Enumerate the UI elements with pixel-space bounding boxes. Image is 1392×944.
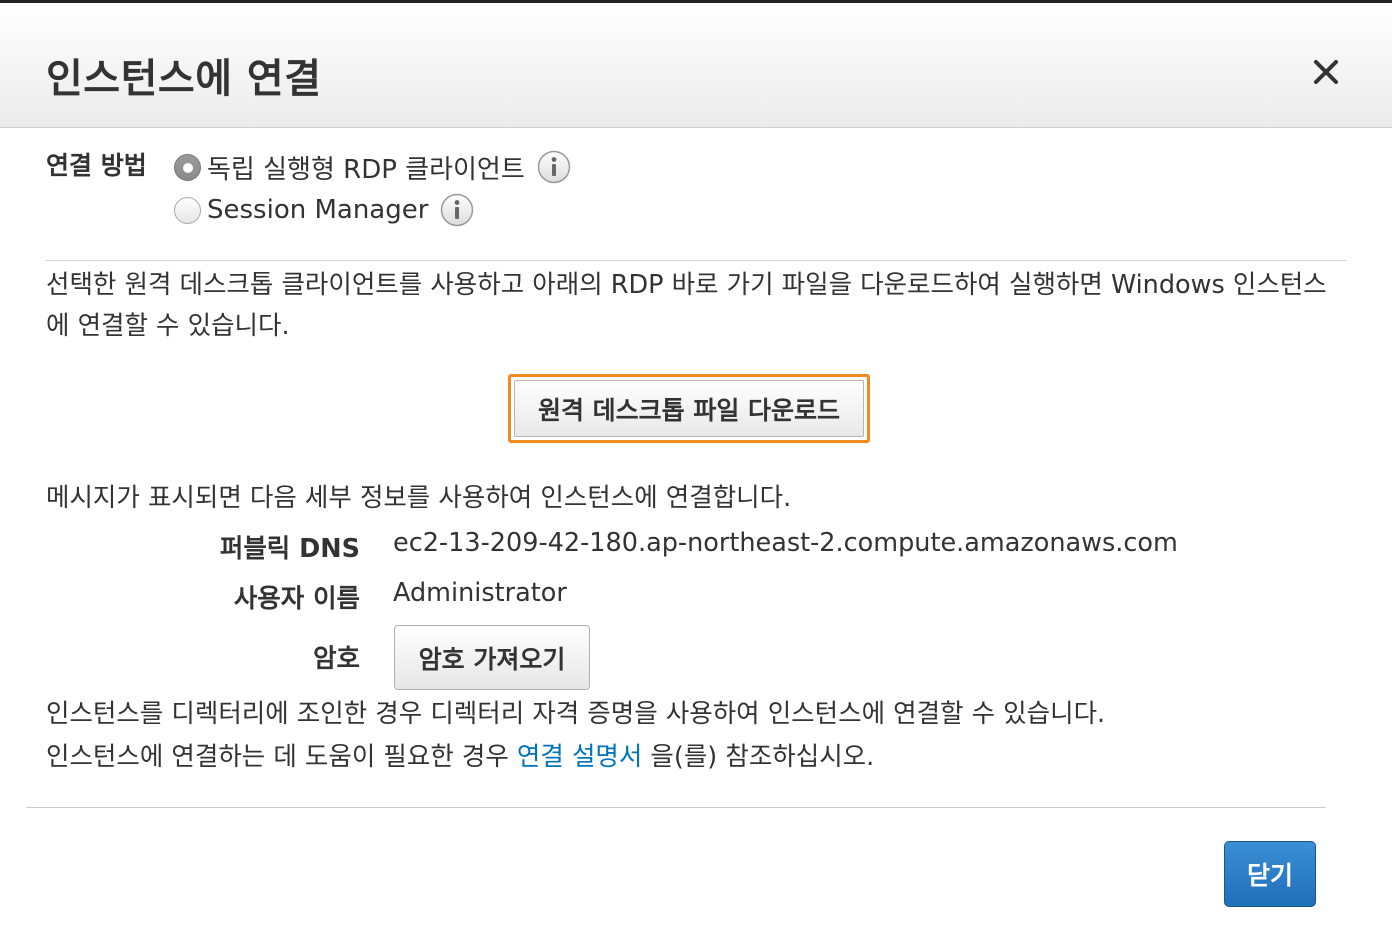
radio-button-session-manager[interactable] xyxy=(174,196,201,224)
connection-method-label: 연결 방법 xyxy=(46,151,147,180)
radio-label-rdp-client: 독립 실행형 RDP 클라이언트 xyxy=(207,154,525,185)
info-icon[interactable] xyxy=(440,193,474,227)
info-icon[interactable] xyxy=(537,150,571,184)
get-password-button[interactable]: 암호 가져오기 xyxy=(394,625,590,690)
details-message: 메시지가 표시되면 다음 세부 정보를 사용하여 인스턴스에 연결합니다. xyxy=(46,483,792,513)
close-button[interactable]: 닫기 xyxy=(1224,841,1316,907)
radio-option-rdp-client[interactable]: 독립 실행형 RDP 클라이언트 xyxy=(174,150,571,185)
download-rdp-file-label: 원격 데스크톱 파일 다운로드 xyxy=(514,380,864,437)
connect-instance-dialog: 인스턴스에 연결 연결 방법 독립 실행형 RDP 클라이언트 Session … xyxy=(0,0,1392,944)
help-note: 인스턴스에 연결하는 데 도움이 필요한 경우 연결 설명서 을(를) 참조하십… xyxy=(46,736,874,773)
help-note-prefix: 인스턴스에 연결하는 데 도움이 필요한 경우 xyxy=(46,742,517,772)
footer-divider xyxy=(26,807,1326,808)
download-rdp-file-button[interactable]: 원격 데스크톱 파일 다운로드 xyxy=(508,374,870,443)
help-note-suffix: 을(를) 참조하십시오. xyxy=(642,742,875,772)
username-label: 사용자 이름 xyxy=(233,584,360,614)
public-dns-label: 퍼블릭 DNS xyxy=(219,534,360,564)
close-icon[interactable] xyxy=(1306,52,1346,92)
directory-join-note: 인스턴스를 디렉터리에 조인한 경우 디렉터리 자격 증명을 사용하여 인스턴스… xyxy=(46,699,1106,729)
dialog-title: 인스턴스에 연결 xyxy=(46,56,322,102)
radio-option-session-manager[interactable]: Session Manager xyxy=(174,193,474,227)
radio-label-session-manager: Session Manager xyxy=(207,195,429,225)
username-value: Administrator xyxy=(393,578,567,608)
password-label: 암호 xyxy=(313,644,360,674)
public-dns-value: ec2-13-209-42-180.ap-northeast-2.compute… xyxy=(393,528,1178,558)
dialog-header: 인스턴스에 연결 xyxy=(0,6,1392,128)
section-divider xyxy=(46,260,1346,261)
connection-guide-link[interactable]: 연결 설명서 xyxy=(517,742,642,772)
rdp-description: 선택한 원격 데스크톱 클라이언트를 사용하고 아래의 RDP 바로 가기 파일… xyxy=(46,270,1327,341)
radio-button-rdp-client[interactable] xyxy=(174,153,201,181)
